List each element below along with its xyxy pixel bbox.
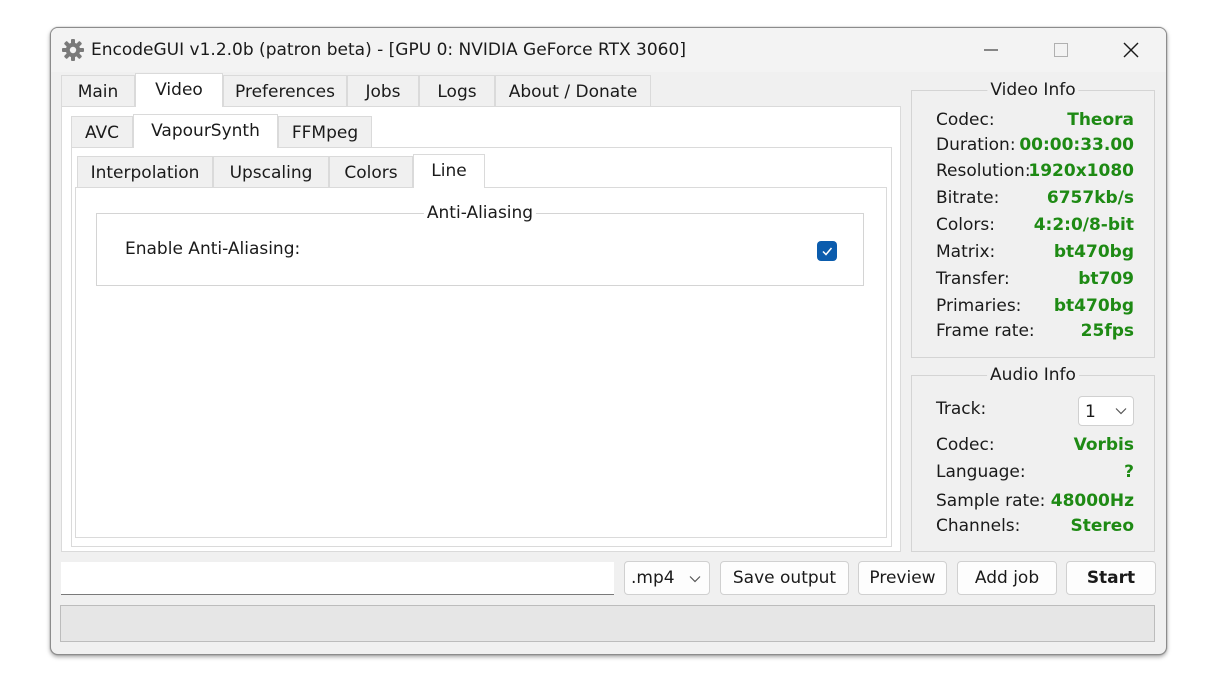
info-value: 1920x1080 [1028,161,1134,181]
window-title: EncodeGUI v1.2.0b (patron beta) - [GPU 0… [91,40,686,60]
info-label: Bitrate: [936,188,1000,208]
tab-interpolation[interactable]: Interpolation [77,156,213,188]
video-colors-row: Colors: 4:2:0/8-bit [936,212,1134,238]
title-bar: EncodeGUI v1.2.0b (patron beta) - [GPU 0… [51,28,1166,72]
video-matrix-row: Matrix: bt470bg [936,239,1134,265]
video-primaries-row: Primaries: bt470bg [936,293,1134,319]
progress-bar [60,605,1155,642]
info-label: Transfer: [936,269,1010,289]
tab-vapoursynth[interactable]: VapourSynth [133,114,278,148]
tab-main[interactable]: Main [61,75,135,107]
info-value: bt470bg [1053,242,1134,262]
anti-aliasing-title: Anti-Aliasing [423,202,537,224]
audio-track-value: 1 [1085,402,1096,422]
video-duration-row: Duration: 00:00:33.00 [936,132,1134,158]
tab-upscaling[interactable]: Upscaling [213,156,329,188]
tab-line[interactable]: Line [413,154,485,188]
info-value: Vorbis [1073,435,1134,455]
minimize-icon [984,49,998,51]
minimize-button[interactable] [961,28,1021,72]
info-label: Codec: [936,110,995,130]
audio-track-select[interactable]: 1 [1078,396,1134,426]
audio-samplerate-row: Sample rate: 48000Hz [936,488,1134,514]
info-value: bt709 [1078,269,1134,289]
audio-info-group: Audio Info Track: 1 Codec: Vorbis Langua… [911,364,1155,552]
maximize-button[interactable] [1031,28,1091,72]
info-value: Stereo [1070,516,1135,536]
video-codec-row: Codec: Theora [936,107,1134,133]
video-resolution-row: Resolution: 1920x1080 [936,158,1134,184]
anti-aliasing-group: Anti-Aliasing Enable Anti-Aliasing: [96,202,864,286]
tab-about-donate[interactable]: About / Donate [495,75,651,107]
close-icon [1123,42,1139,58]
audio-channels-row: Channels: Stereo [936,513,1134,539]
video-info-title: Video Info [987,79,1079,101]
video-transfer-row: Transfer: bt709 [936,266,1134,292]
tab-preferences[interactable]: Preferences [223,75,347,107]
tab-jobs[interactable]: Jobs [347,75,419,107]
enable-anti-aliasing-label: Enable Anti-Aliasing: [125,239,301,259]
container-value: .mp4 [631,568,675,588]
start-button[interactable]: Start [1066,561,1156,595]
tab-colors[interactable]: Colors [329,156,413,188]
info-label: Codec: [936,435,995,455]
gear-icon [62,39,84,61]
track-label: Track: [936,399,987,419]
chevron-down-icon [1115,408,1127,415]
tab-logs[interactable]: Logs [419,75,495,107]
info-label: Channels: [936,516,1021,536]
app-window: EncodeGUI v1.2.0b (patron beta) - [GPU 0… [50,27,1167,655]
checkmark-icon [822,247,833,256]
audio-codec-row: Codec: Vorbis [936,432,1134,458]
video-info-group: Video Info Codec: Theora Duration: 00:00… [911,79,1155,358]
info-label: Matrix: [936,242,996,262]
audio-language-row: Language: ? [936,459,1134,485]
maximize-icon [1054,43,1068,57]
video-bitrate-row: Bitrate: 6757kb/s [936,185,1134,211]
preview-button[interactable]: Preview [858,561,947,595]
info-value: 4:2:0/8-bit [1033,215,1134,235]
tab-avc[interactable]: AVC [71,116,133,148]
info-value: 6757kb/s [1046,188,1134,208]
info-value: 25fps [1080,321,1134,341]
info-value: bt470bg [1053,296,1134,316]
info-value: Theora [1067,110,1134,130]
video-framerate-row: Frame rate: 25fps [936,318,1134,344]
container-select[interactable]: .mp4 [624,561,710,595]
tab-ffmpeg[interactable]: FFMpeg [278,116,372,148]
info-label: Language: [936,462,1026,482]
output-path-input[interactable] [61,562,614,595]
info-label: Primaries: [936,296,1022,316]
info-label: Duration: [936,135,1016,155]
info-value: 48000Hz [1050,491,1134,511]
info-label: Colors: [936,215,995,235]
tab-video[interactable]: Video [135,73,223,107]
info-value: 00:00:33.00 [1019,135,1134,155]
info-label: Frame rate: [936,321,1035,341]
enable-anti-aliasing-checkbox[interactable] [817,241,837,261]
save-output-button[interactable]: Save output [720,561,849,595]
audio-info-title: Audio Info [987,364,1079,386]
chevron-down-icon [689,576,701,583]
add-job-button[interactable]: Add job [957,561,1057,595]
info-label: Resolution: [936,161,1031,181]
info-label: Sample rate: [936,491,1046,511]
info-value: ? [1124,462,1134,482]
close-button[interactable] [1101,28,1161,72]
